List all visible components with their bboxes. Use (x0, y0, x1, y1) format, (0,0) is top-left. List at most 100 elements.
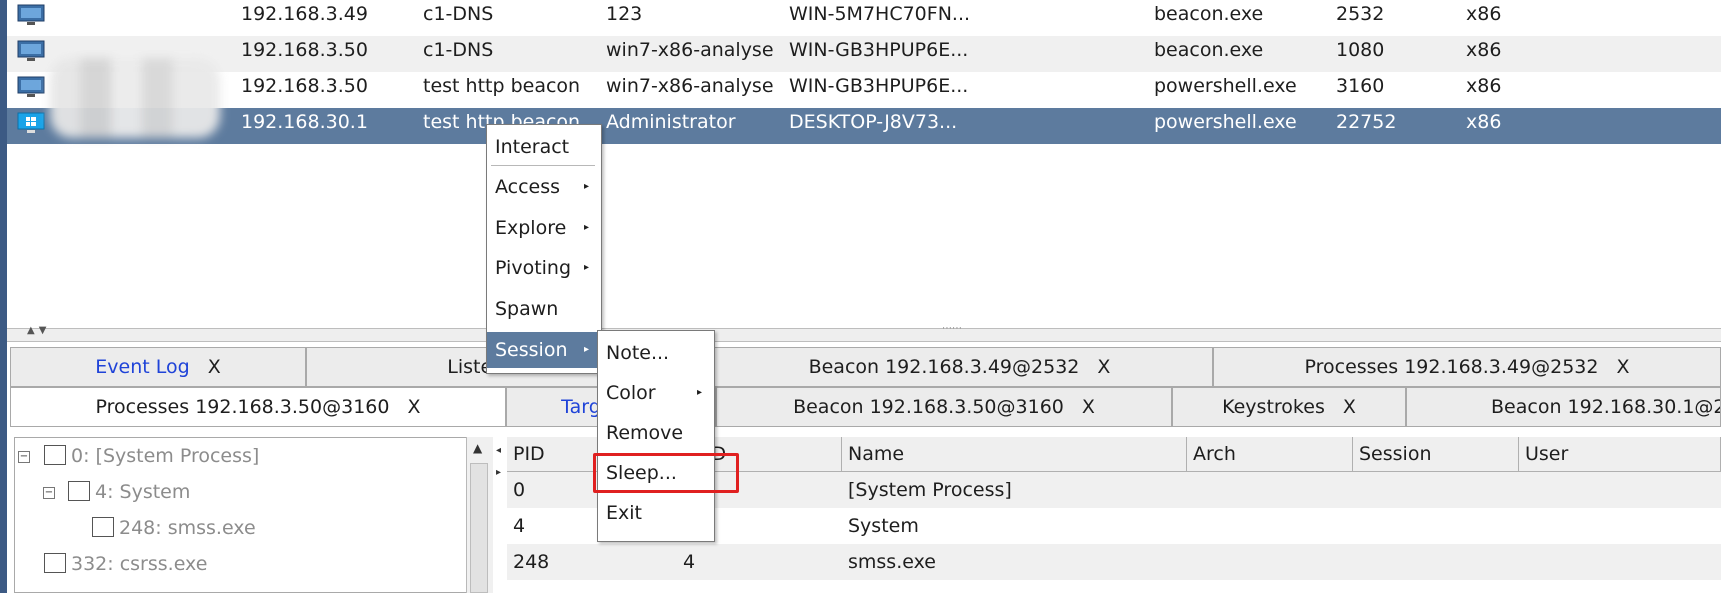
redacted-area (50, 58, 220, 138)
beacon-arch: x86 (1466, 111, 1502, 133)
menu-item-interact[interactable]: Interact (487, 129, 599, 165)
submenu-arrow-icon: ▸ (583, 222, 589, 233)
session-submenu: Note... Color ▸ Remove Sleep... Exit (597, 330, 715, 542)
beacon-arch: x86 (1466, 39, 1502, 61)
pane-splitter[interactable]: ▲▼ ⋯⋯ (7, 323, 1721, 342)
tab-close-icon[interactable]: X (1343, 396, 1356, 418)
tab-processes-3-50[interactable]: Processes 192.168.3.50@3160 X (10, 387, 506, 427)
cell-name: System (848, 515, 919, 537)
beacon-listener: c1-DNS (423, 3, 494, 25)
tree-collapse-icon[interactable]: − (18, 451, 30, 463)
col-user[interactable]: User (1519, 437, 1721, 471)
windows-10-icon (17, 112, 45, 133)
beacon-ip: 192.168.30.1 (241, 111, 368, 133)
tab-label: Event Log (95, 356, 190, 378)
windows-computer-icon (17, 4, 45, 25)
beacon-process: beacon.exe (1154, 39, 1264, 61)
beacon-process: powershell.exe (1154, 75, 1297, 97)
beacon-pid: 3160 (1336, 75, 1385, 97)
tree-item[interactable]: 0: [System Process] (44, 441, 259, 471)
highlight-annotation (593, 453, 739, 493)
tree-item-label: 332: csrss.exe (71, 553, 208, 575)
menu-item-label: Interact (495, 136, 570, 158)
tab-close-icon[interactable]: X (1097, 356, 1110, 378)
beacon-arch: x86 (1466, 75, 1502, 97)
menu-item-access[interactable]: Access ▸ (487, 169, 599, 205)
tab-beacon-3-49[interactable]: Beacon 192.168.3.49@2532 X (706, 347, 1213, 387)
col-arch[interactable]: Arch (1187, 437, 1353, 471)
tab-label: Keystrokes (1222, 396, 1325, 418)
tab-label: Beacon 192.168.3.49@2532 (808, 356, 1080, 378)
menu-item-session[interactable]: Session ▸ (487, 332, 599, 368)
beacon-computer: DESKTOP-J8V73... (789, 111, 958, 133)
menu-item-label: Session (495, 339, 568, 361)
beacon-user: Administrator (606, 111, 736, 133)
splitter-grip-icon[interactable]: ⋯⋯ (942, 323, 962, 334)
cell-pid: 4 (513, 515, 526, 537)
tab-close-icon[interactable]: X (1082, 396, 1095, 418)
cell-name: [System Process] (848, 479, 1012, 501)
beacon-listener: test http beacon (423, 75, 581, 97)
submenu-arrow-icon: ▸ (583, 344, 589, 355)
tab-keystrokes[interactable]: Keystrokes X (1172, 387, 1406, 427)
tree-item[interactable]: 332: csrss.exe (44, 549, 207, 579)
tab-close-icon[interactable]: X (208, 356, 221, 378)
submenu-arrow-icon: ▸ (583, 181, 589, 192)
windows-computer-icon (17, 76, 45, 97)
beacon-pid: 2532 (1336, 3, 1385, 25)
beacon-context-menu: Interact Access ▸ Explore ▸ Pivoting ▸ Spaw… (486, 124, 602, 374)
scroll-thumb[interactable] (470, 463, 488, 593)
menu-item-explore[interactable]: Explore ▸ (487, 210, 599, 246)
process-node-icon (68, 481, 90, 501)
menu-item-label: Exit (606, 502, 642, 524)
pane-toggle-arrows-icon[interactable]: ◂ ▸ (496, 440, 501, 484)
tree-item-label: 248: smss.exe (119, 517, 256, 539)
tree-collapse-icon[interactable]: − (43, 487, 55, 499)
beacon-ip: 192.168.3.50 (241, 39, 368, 61)
beacon-pid: 22752 (1336, 111, 1397, 133)
submenu-arrow-icon: ▸ (583, 262, 589, 273)
beacon-process: powershell.exe (1154, 111, 1297, 133)
menu-item-spawn[interactable]: Spawn (487, 291, 599, 327)
tree-item[interactable]: 4: System (68, 477, 190, 507)
menu-item-color[interactable]: Color ▸ (598, 375, 712, 411)
beacon-row-selected[interactable]: 192.168.30.1 test http beacon Administra… (7, 108, 1721, 144)
tree-item[interactable]: 248: smss.exe (92, 513, 256, 543)
process-node-icon (44, 553, 66, 573)
col-name[interactable]: Name (842, 437, 1187, 471)
menu-item-exit[interactable]: Exit (598, 495, 712, 531)
cell-pid: 248 (513, 551, 550, 573)
beacon-process: beacon.exe (1154, 3, 1264, 25)
menu-item-label: Access (495, 176, 561, 198)
beacon-row[interactable]: 192.168.3.50 c1-DNS win7-x86-analyse WIN… (7, 36, 1721, 72)
splitter-arrows-icon[interactable]: ▲▼ (27, 325, 50, 336)
menu-item-pivoting[interactable]: Pivoting ▸ (487, 250, 599, 286)
cell-pid: 0 (513, 479, 526, 501)
beacon-row[interactable]: 192.168.3.50 test http beacon win7-x86-a… (7, 72, 1721, 108)
cell-ppid: 4 (683, 551, 696, 573)
cell-name: smss.exe (848, 551, 936, 573)
menu-item-label: Pivoting (495, 257, 572, 279)
process-node-icon (44, 445, 66, 465)
menu-separator (491, 165, 595, 166)
beacon-computer: WIN-GB3HPUP6E... (789, 75, 969, 97)
scroll-up-icon[interactable]: ▲ (473, 441, 482, 455)
tab-label: Processes 192.168.3.50@3160 (95, 396, 390, 418)
beacon-user: win7-x86-analyse (606, 75, 774, 97)
beacon-arch: x86 (1466, 3, 1502, 25)
tab-event-log[interactable]: Event Log X (10, 347, 306, 387)
tab-close-icon[interactable]: X (407, 396, 420, 418)
tab-beacon-30-1[interactable]: Beacon 192.168.30.1@22752 (1406, 387, 1721, 427)
tab-beacon-3-50[interactable]: Beacon 192.168.3.50@3160 X (716, 387, 1172, 427)
windows-computer-icon (17, 40, 45, 61)
beacon-user: win7-x86-analyse (606, 39, 774, 61)
tab-processes-3-49[interactable]: Processes 192.168.3.49@2532 X (1213, 347, 1721, 387)
menu-item-label: Color (606, 382, 656, 404)
menu-item-remove[interactable]: Remove (598, 415, 712, 451)
tree-scrollbar[interactable]: ▲ (466, 437, 493, 593)
tab-close-icon[interactable]: X (1616, 356, 1629, 378)
menu-item-note[interactable]: Note... (598, 335, 712, 371)
col-session[interactable]: Session (1353, 437, 1519, 471)
table-row[interactable]: 248 4 smss.exe (507, 544, 1721, 580)
beacon-row[interactable]: 192.168.3.49 c1-DNS 123 WIN-5M7HC70FN...… (7, 0, 1721, 36)
